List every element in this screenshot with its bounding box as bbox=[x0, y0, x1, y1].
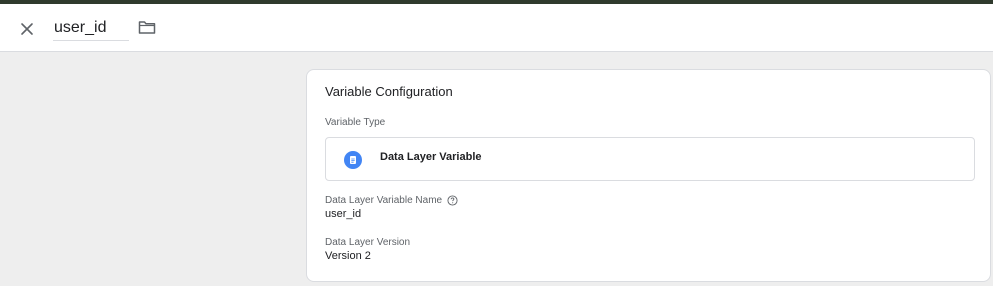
data-layer-version-value: Version 2 bbox=[325, 250, 371, 262]
variable-type-label: Variable Type bbox=[325, 117, 386, 128]
editor-header bbox=[0, 4, 993, 52]
variable-type-selector[interactable]: Data Layer Variable bbox=[325, 137, 975, 181]
close-icon bbox=[20, 22, 34, 36]
folder-button[interactable] bbox=[136, 16, 158, 38]
field-label-text: Data Layer Variable Name bbox=[325, 195, 443, 206]
variable-configuration-card: Variable Configuration Variable Type Dat… bbox=[306, 69, 991, 282]
variable-name-input[interactable] bbox=[53, 15, 129, 40]
field-label-text: Data Layer Version bbox=[325, 237, 411, 248]
data-layer-version-label: Data Layer Version bbox=[325, 237, 410, 248]
card-title: Variable Configuration bbox=[325, 84, 453, 99]
data-layer-variable-name-value: user_id bbox=[325, 208, 362, 220]
folder-icon bbox=[138, 19, 156, 35]
variable-type-name: Data Layer Variable bbox=[380, 151, 482, 163]
variable-name-field[interactable] bbox=[53, 15, 129, 41]
help-icon[interactable] bbox=[447, 195, 458, 206]
document-icon bbox=[344, 151, 362, 169]
close-button[interactable] bbox=[14, 16, 40, 42]
data-layer-variable-name-label: Data Layer Variable Name bbox=[325, 195, 458, 206]
